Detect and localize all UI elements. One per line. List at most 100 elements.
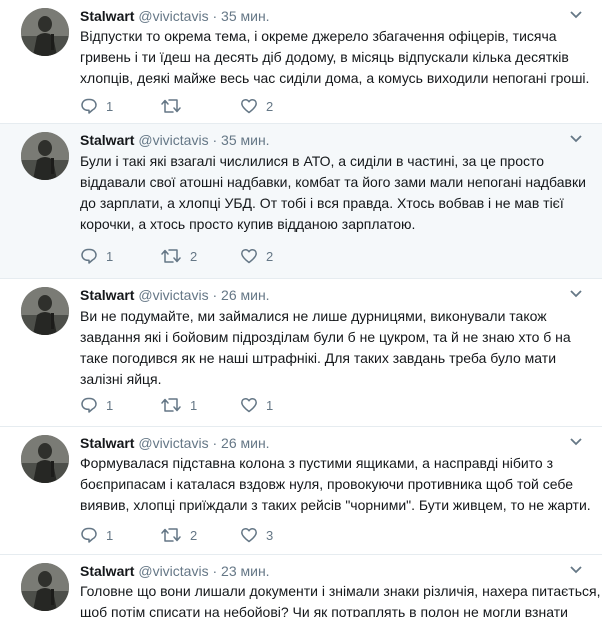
avatar[interactable] xyxy=(21,132,69,180)
reply-button[interactable]: 1 xyxy=(80,97,160,115)
separator-dot: · xyxy=(212,8,218,24)
tweet-text-line: Відпустки то окрема тема, і окреме джере… xyxy=(80,28,557,44)
tweet[interactable]: Stalwart @vivictavis · 35 мин. Відпустки… xyxy=(0,0,602,124)
timestamp[interactable]: 35 мин. xyxy=(221,8,270,24)
tweet-text-line: завдання які і бойовим підрозділам були … xyxy=(80,329,571,345)
like-button[interactable]: 3 xyxy=(240,526,320,544)
retweet-count: 2 xyxy=(190,527,198,543)
tweet-header: Stalwart @vivictavis · 26 мин. xyxy=(80,434,270,452)
tweet-actions: 1 2 3 xyxy=(80,525,320,545)
author-name[interactable]: Stalwart xyxy=(80,132,134,148)
reply-count: 1 xyxy=(106,98,114,114)
retweet-button[interactable] xyxy=(160,97,240,115)
avatar[interactable] xyxy=(21,8,69,56)
chevron-down-icon[interactable] xyxy=(569,565,583,575)
like-count: 3 xyxy=(266,527,274,543)
heart-icon xyxy=(241,527,257,543)
avatar[interactable] xyxy=(21,287,69,335)
reply-count: 1 xyxy=(106,397,114,413)
retweet-count: 2 xyxy=(190,248,198,264)
tweet[interactable]: Stalwart @vivictavis · 26 мин. Ви не под… xyxy=(0,279,602,427)
tweet-text-line: Були і такі які взагалі числилися в АТО,… xyxy=(80,153,545,169)
reply-button[interactable]: 1 xyxy=(80,247,160,265)
tweet[interactable]: Stalwart @vivictavis · 23 мин. Головне щ… xyxy=(0,555,602,617)
retweet-icon xyxy=(161,249,181,263)
timestamp[interactable]: 26 мин. xyxy=(221,435,270,451)
reply-button[interactable]: 1 xyxy=(80,526,160,544)
tweet-text-line: до зарплати, а хлопці УБД. От тобі і вся… xyxy=(80,195,564,211)
reply-icon xyxy=(81,248,97,264)
separator-dot: · xyxy=(212,132,218,148)
tweet-text-line: Головне що вони лишали документи і зніма… xyxy=(80,583,601,599)
retweet-count: 1 xyxy=(190,397,198,413)
tweet-text-line: виявив, хлопці приїждали з таких рейсів … xyxy=(80,497,591,513)
retweet-icon xyxy=(161,99,181,113)
chevron-down-icon[interactable] xyxy=(569,437,583,447)
like-count: 2 xyxy=(266,98,274,114)
tweet-text-line: хлопців, деякі майже весь час сиділи дом… xyxy=(80,70,590,86)
tweet-text-line: залізні яйця. xyxy=(80,371,162,387)
reply-count: 1 xyxy=(106,527,114,543)
tweet-text: Головне що вони лишали документи і зніма… xyxy=(80,581,601,617)
separator-dot: · xyxy=(212,563,218,579)
chevron-down-icon[interactable] xyxy=(569,289,583,299)
tweet-actions: 1 2 2 xyxy=(80,246,320,266)
tweet-text-line: віддавали свої атошні надбавки, комбат т… xyxy=(80,174,586,190)
tweet-text-line: Ви не подумайте, ми займалися не лише ду… xyxy=(80,308,547,324)
author-name[interactable]: Stalwart xyxy=(80,8,134,24)
author-handle[interactable]: @vivictavis xyxy=(138,287,208,303)
tweet-actions: 1 1 1 xyxy=(80,395,320,415)
tweet-actions: 1 2 xyxy=(80,96,320,116)
tweet-header: Stalwart @vivictavis · 35 мин. xyxy=(80,131,270,149)
tweet-text: Формувалася підставна колона з пустими я… xyxy=(80,453,591,516)
like-button[interactable]: 2 xyxy=(240,247,320,265)
timestamp[interactable]: 35 мин. xyxy=(221,132,270,148)
tweet-text-line: щоб потім списати на небойові? Чи як пот… xyxy=(80,604,568,617)
reply-icon xyxy=(81,397,97,413)
timestamp[interactable]: 26 мин. xyxy=(221,287,270,303)
retweet-button[interactable]: 1 xyxy=(160,396,240,414)
author-name[interactable]: Stalwart xyxy=(80,563,134,579)
tweet-header: Stalwart @vivictavis · 23 мин. xyxy=(80,562,270,580)
like-button[interactable]: 2 xyxy=(240,97,320,115)
reply-icon xyxy=(81,527,97,543)
retweet-icon xyxy=(161,398,181,412)
reply-button[interactable]: 1 xyxy=(80,396,160,414)
tweet-text-line: корочки, а хтось просто купив відданою з… xyxy=(80,216,416,232)
tweet-text-line: таке погодився як не наші штрафнікі. Для… xyxy=(80,350,557,366)
heart-icon xyxy=(241,397,257,413)
separator-dot: · xyxy=(212,287,218,303)
author-handle[interactable]: @vivictavis xyxy=(138,132,208,148)
author-name[interactable]: Stalwart xyxy=(80,287,134,303)
avatar[interactable] xyxy=(21,435,69,483)
separator-dot: · xyxy=(212,435,218,451)
author-handle[interactable]: @vivictavis xyxy=(138,8,208,24)
retweet-button[interactable]: 2 xyxy=(160,526,240,544)
author-handle[interactable]: @vivictavis xyxy=(138,563,208,579)
like-button[interactable]: 1 xyxy=(240,396,320,414)
timestamp[interactable]: 23 мин. xyxy=(221,563,270,579)
tweet-header: Stalwart @vivictavis · 26 мин. xyxy=(80,286,270,304)
tweet-text: Відпустки то окрема тема, і окреме джере… xyxy=(80,26,590,89)
reply-icon xyxy=(81,98,97,114)
retweet-icon xyxy=(161,528,181,542)
chevron-down-icon[interactable] xyxy=(569,10,583,20)
heart-icon xyxy=(241,98,257,114)
tweet-text: Ви не подумайте, ми займалися не лише ду… xyxy=(80,306,580,390)
author-name[interactable]: Stalwart xyxy=(80,435,134,451)
tweet[interactable]: Stalwart @vivictavis · 26 мин. Формувала… xyxy=(0,427,602,555)
heart-icon xyxy=(241,248,257,264)
tweet-header: Stalwart @vivictavis · 35 мин. xyxy=(80,7,270,25)
author-handle[interactable]: @vivictavis xyxy=(138,435,208,451)
tweet-text-line: Формувалася підставна колона з пустими я… xyxy=(80,455,554,471)
chevron-down-icon[interactable] xyxy=(569,134,583,144)
reply-count: 1 xyxy=(106,248,114,264)
avatar[interactable] xyxy=(21,563,69,611)
tweet-text-line: гривень і ти їдеш на десять діб додому, … xyxy=(80,49,569,65)
like-count: 2 xyxy=(266,248,274,264)
retweet-button[interactable]: 2 xyxy=(160,247,240,265)
like-count: 1 xyxy=(266,397,274,413)
tweet-timeline: Stalwart @vivictavis · 35 мин. Відпустки… xyxy=(0,0,602,617)
tweet[interactable]: Stalwart @vivictavis · 35 мин. Були і та… xyxy=(0,124,602,279)
tweet-text: Були і такі які взагалі числилися в АТО,… xyxy=(80,151,586,235)
